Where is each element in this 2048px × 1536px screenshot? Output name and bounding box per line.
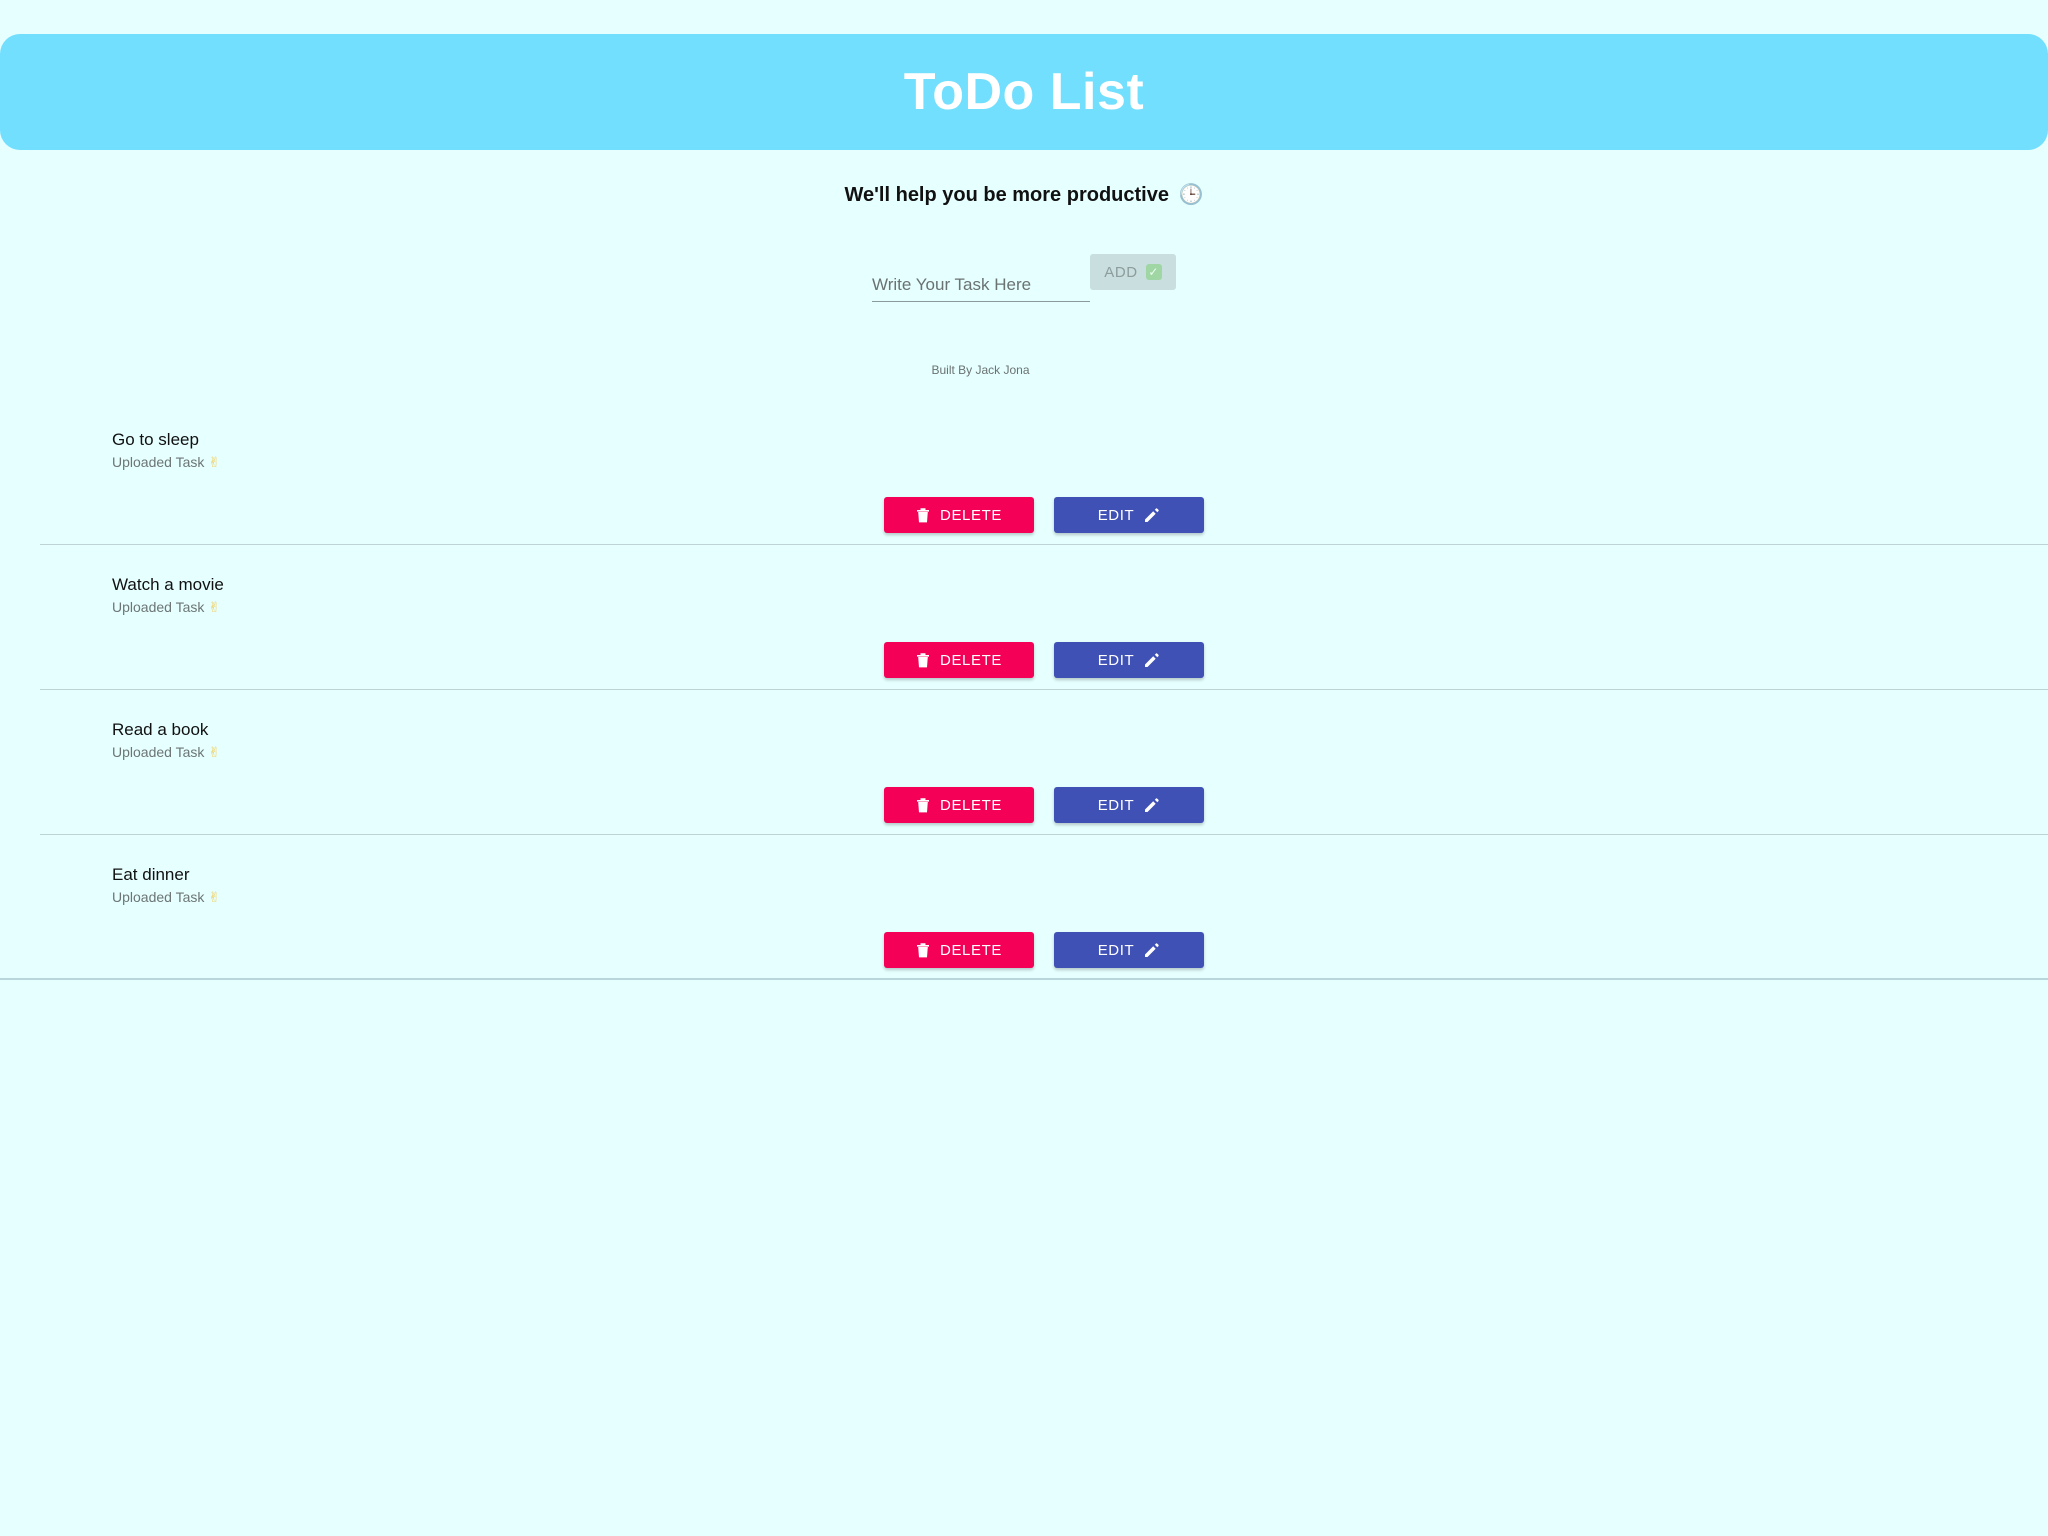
edit-button[interactable]: EDIT bbox=[1054, 642, 1204, 678]
pencil-icon bbox=[1145, 798, 1159, 812]
tagline-text: We'll help you be more productive bbox=[844, 184, 1169, 206]
pencil-icon bbox=[1145, 508, 1159, 522]
delete-button[interactable]: DELETE bbox=[884, 932, 1034, 968]
task-title: Watch a movie bbox=[112, 575, 224, 594]
pencil-icon bbox=[1145, 653, 1159, 667]
delete-button-label: DELETE bbox=[940, 506, 1002, 524]
delete-button-label: DELETE bbox=[940, 796, 1002, 814]
task-item: Watch a movie Uploaded Task ✌ DELETE EDIT bbox=[0, 545, 2048, 690]
task-title: Go to sleep bbox=[112, 430, 199, 449]
task-subtitle: Uploaded Task ✌ bbox=[112, 889, 220, 906]
clock-icon: 🕒 bbox=[1178, 184, 1204, 206]
task-subtitle-text: Uploaded Task bbox=[112, 599, 205, 615]
credit-text: Built By Jack Jona bbox=[931, 363, 1030, 377]
trash-icon bbox=[917, 508, 930, 523]
delete-button[interactable]: DELETE bbox=[884, 787, 1034, 823]
pencil-icon bbox=[1145, 943, 1159, 957]
task-input[interactable] bbox=[872, 268, 1090, 302]
delete-button-label: DELETE bbox=[940, 941, 1002, 959]
add-task-form: ADD ✓ bbox=[872, 254, 1177, 304]
trash-icon bbox=[917, 653, 930, 668]
trash-icon bbox=[917, 943, 930, 958]
edit-button-label: EDIT bbox=[1097, 796, 1135, 814]
trash-icon bbox=[917, 798, 930, 813]
victory-hand-icon: ✌ bbox=[208, 889, 221, 905]
check-icon: ✓ bbox=[1145, 264, 1162, 280]
tagline: We'll help you be more productive 🕒 bbox=[0, 182, 2048, 207]
victory-hand-icon: ✌ bbox=[208, 744, 221, 760]
delete-button[interactable]: DELETE bbox=[884, 642, 1034, 678]
victory-hand-icon: ✌ bbox=[208, 599, 221, 615]
edit-button-label: EDIT bbox=[1097, 651, 1135, 669]
delete-button-label: DELETE bbox=[940, 651, 1002, 669]
edit-button[interactable]: EDIT bbox=[1054, 932, 1204, 968]
task-item: Read a book Uploaded Task ✌ DELETE EDIT bbox=[0, 690, 2048, 835]
edit-button-label: EDIT bbox=[1097, 941, 1135, 959]
task-subtitle: Uploaded Task ✌ bbox=[112, 454, 220, 471]
task-subtitle: Uploaded Task ✌ bbox=[112, 599, 220, 616]
task-subtitle: Uploaded Task ✌ bbox=[112, 744, 220, 761]
delete-button[interactable]: DELETE bbox=[884, 497, 1034, 533]
edit-button[interactable]: EDIT bbox=[1054, 787, 1204, 823]
app-header: ToDo List bbox=[0, 34, 2048, 150]
victory-hand-icon: ✌ bbox=[208, 454, 221, 470]
add-button-label: ADD bbox=[1104, 263, 1138, 281]
task-title: Eat dinner bbox=[112, 865, 190, 884]
edit-button[interactable]: EDIT bbox=[1054, 497, 1204, 533]
edit-button-label: EDIT bbox=[1097, 506, 1135, 524]
add-button[interactable]: ADD ✓ bbox=[1090, 254, 1176, 290]
task-subtitle-text: Uploaded Task bbox=[112, 454, 205, 470]
task-item: Go to sleep Uploaded Task ✌ DELETE EDIT bbox=[0, 400, 2048, 545]
task-item: Eat dinner Uploaded Task ✌ DELETE EDIT bbox=[0, 835, 2048, 980]
task-subtitle-text: Uploaded Task bbox=[112, 744, 205, 760]
task-list: Go to sleep Uploaded Task ✌ DELETE EDIT W… bbox=[0, 400, 2048, 980]
page-title: ToDo List bbox=[903, 63, 1145, 121]
task-subtitle-text: Uploaded Task bbox=[112, 889, 205, 905]
task-title: Read a book bbox=[112, 720, 209, 739]
